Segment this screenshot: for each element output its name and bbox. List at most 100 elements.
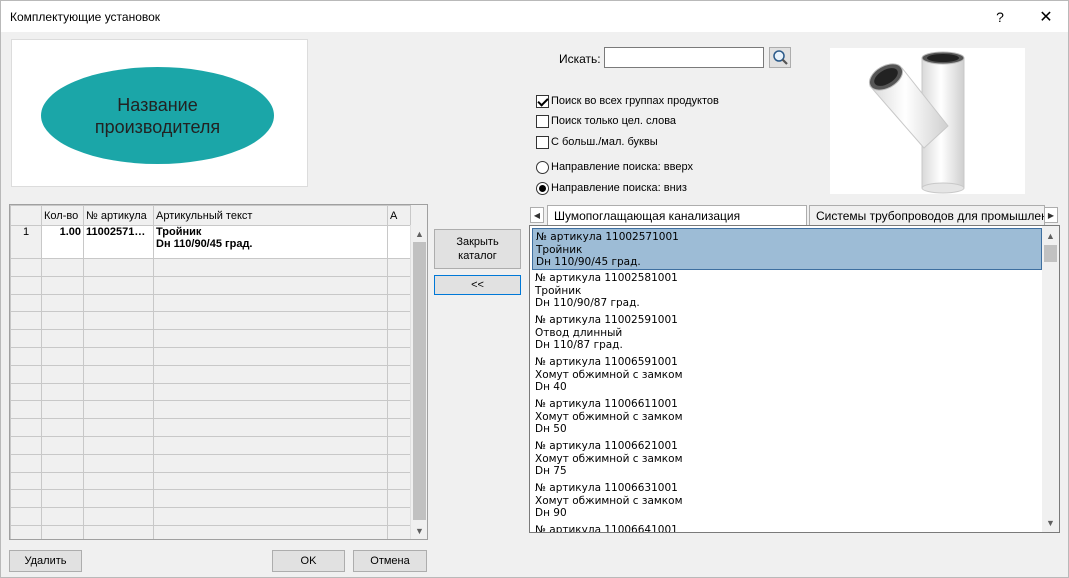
table-row[interactable] bbox=[10, 489, 411, 509]
table-row[interactable] bbox=[10, 275, 411, 295]
table-row[interactable] bbox=[10, 329, 411, 348]
logo-text: Название производителя bbox=[94, 94, 221, 137]
header-qty[interactable]: Кол-во bbox=[41, 205, 84, 226]
item-name: Тройник bbox=[535, 284, 582, 297]
search-button[interactable] bbox=[769, 47, 791, 68]
table-row[interactable] bbox=[10, 524, 411, 539]
table-row[interactable] bbox=[10, 346, 411, 366]
header-article[interactable]: № артикула bbox=[83, 205, 154, 226]
list-item[interactable]: № артикула 11006611001 Хомут обжимной с … bbox=[532, 396, 1042, 438]
tab-scroll-left-icon[interactable]: ◀ bbox=[530, 207, 544, 223]
dialog-window: Комплектующие установок ? ✕ Название про… bbox=[0, 0, 1069, 578]
list-item[interactable]: № артикула 11002581001 Тройник Dн 110/90… bbox=[532, 270, 1042, 312]
article-text-cell[interactable]: Тройник Dн 110/90/45 град. bbox=[153, 225, 388, 259]
list-scroll-thumb[interactable] bbox=[1044, 245, 1057, 262]
search-input[interactable] bbox=[604, 47, 764, 68]
list-item[interactable]: № артикула 11006591001 Хомут обжимной с … bbox=[532, 354, 1042, 396]
catalog-tabs: ◀ Шумопоглащающая канализация Системы тр… bbox=[528, 205, 1059, 226]
list-scrollbar[interactable]: ▲ ▼ bbox=[1042, 226, 1059, 532]
tab-industrial-pipelines[interactable]: Системы трубопроводов для промышленн bbox=[809, 205, 1045, 226]
table-row[interactable] bbox=[10, 471, 411, 491]
row-number: 1 bbox=[10, 225, 42, 259]
delete-button[interactable]: Удалить bbox=[9, 550, 82, 572]
header-a[interactable]: A bbox=[387, 205, 411, 226]
scroll-up-icon[interactable]: ▲ bbox=[1042, 227, 1059, 244]
tab-noise-absorbing-sewerage[interactable]: Шумопоглащающая канализация bbox=[547, 205, 807, 226]
direction-up-label: Направление поиска: вверх bbox=[551, 161, 693, 173]
a-cell[interactable] bbox=[387, 225, 411, 259]
product-list[interactable]: № артикула 11002571001 Тройник Dн 110/90… bbox=[529, 225, 1060, 533]
whole-words-label: Поиск только цел. слова bbox=[551, 115, 677, 127]
checkbox-icon[interactable] bbox=[536, 135, 549, 149]
item-size: Dн 110/87 град. bbox=[535, 339, 623, 352]
window-title: Комплектующие установок bbox=[10, 10, 161, 24]
search-all-groups-label: Поиск во всех группах продуктов bbox=[551, 95, 719, 107]
item-name: Хомут обжимной с замком bbox=[535, 494, 683, 507]
ok-button[interactable]: OK bbox=[272, 550, 345, 572]
components-grid[interactable]: Кол-во № артикула Артикульный текст A 1 … bbox=[9, 204, 428, 540]
grid-scroll-thumb[interactable] bbox=[413, 242, 426, 520]
item-size: Dн 50 bbox=[535, 423, 567, 436]
item-name: Хомут обжимной с замком bbox=[535, 452, 683, 465]
header-article-text[interactable]: Артикульный текст bbox=[153, 205, 388, 226]
match-case-checkbox[interactable]: С больш./мал. буквы bbox=[536, 134, 658, 150]
item-name: Тройник bbox=[536, 243, 583, 256]
item-article: № артикула 11006621001 bbox=[535, 440, 678, 452]
table-row[interactable]: 1 1.00 11002571001 Тройник Dн 110/90/45 … bbox=[10, 225, 411, 259]
grid-scrollbar[interactable]: ▲ ▼ bbox=[410, 225, 427, 539]
close-button[interactable]: ✕ bbox=[1023, 1, 1068, 32]
back-button[interactable]: << bbox=[434, 275, 521, 295]
table-row[interactable] bbox=[10, 311, 411, 331]
tab-scroll-right-icon[interactable]: ▶ bbox=[1044, 207, 1058, 223]
direction-up-radio[interactable]: Направление поиска: вверх bbox=[536, 159, 693, 175]
table-row[interactable] bbox=[10, 382, 411, 402]
table-row[interactable] bbox=[10, 435, 411, 455]
table-row[interactable] bbox=[10, 453, 411, 473]
close-catalog-button[interactable]: Закрыть каталог bbox=[434, 229, 521, 269]
item-article: № артикула 11002591001 bbox=[535, 314, 678, 326]
table-row[interactable] bbox=[10, 400, 411, 420]
item-size: Dн 75 bbox=[535, 465, 567, 478]
list-item[interactable]: № артикула 11002591001 Отвод длинный Dн … bbox=[532, 312, 1042, 354]
table-row[interactable] bbox=[10, 258, 411, 277]
manufacturer-logo-panel: Название производителя bbox=[11, 39, 308, 187]
help-button[interactable]: ? bbox=[977, 1, 1023, 32]
item-size: Dн 110/90/45 град. bbox=[536, 256, 641, 269]
radio-selected-icon[interactable] bbox=[536, 181, 549, 195]
item-size: Dн 90 bbox=[535, 507, 567, 520]
scroll-up-icon[interactable]: ▲ bbox=[411, 225, 427, 242]
qty-cell[interactable]: 1.00 bbox=[41, 225, 84, 259]
article-text-line1: Тройник bbox=[156, 226, 202, 239]
list-item[interactable]: № артикула 11002571001 Тройник Dн 110/90… bbox=[532, 228, 1042, 270]
item-article: № артикула 11006591001 bbox=[535, 356, 678, 368]
title-bar: Комплектующие установок ? ✕ bbox=[1, 1, 1068, 32]
scroll-down-icon[interactable]: ▼ bbox=[411, 522, 427, 539]
item-article: № артикула 11006631001 bbox=[535, 482, 678, 494]
list-item[interactable]: № артикула 11006631001 Хомут обжимной с … bbox=[532, 480, 1042, 522]
checkbox-icon[interactable] bbox=[536, 114, 549, 128]
direction-down-radio[interactable]: Направление поиска: вниз bbox=[536, 180, 687, 196]
item-article: № артикула 11002571001 bbox=[536, 231, 679, 243]
checkbox-checked-icon[interactable] bbox=[536, 94, 549, 108]
close-catalog-label: Закрыть каталог bbox=[456, 236, 499, 262]
header-rownum bbox=[10, 205, 42, 226]
scroll-down-icon[interactable]: ▼ bbox=[1042, 514, 1059, 531]
search-all-groups-checkbox[interactable]: Поиск во всех группах продуктов bbox=[536, 93, 719, 109]
item-size: Dн 110/90/87 град. bbox=[535, 297, 640, 310]
direction-down-label: Направление поиска: вниз bbox=[551, 182, 687, 194]
search-label: Искать: bbox=[559, 52, 601, 66]
article-cell[interactable]: 11002571001 bbox=[83, 225, 154, 259]
whole-words-checkbox[interactable]: Поиск только цел. слова bbox=[536, 113, 676, 129]
table-row[interactable] bbox=[10, 293, 411, 313]
radio-icon[interactable] bbox=[536, 160, 549, 174]
table-row[interactable] bbox=[10, 418, 411, 437]
table-row[interactable] bbox=[10, 507, 411, 526]
table-row[interactable] bbox=[10, 364, 411, 384]
list-item[interactable]: № артикула 11006621001 Хомут обжимной с … bbox=[532, 438, 1042, 480]
list-item[interactable]: № артикула 11006641001 bbox=[532, 522, 1042, 532]
magnifier-icon bbox=[773, 50, 788, 65]
cancel-button[interactable]: Отмена bbox=[353, 550, 427, 572]
grid-header: Кол-во № артикула Артикульный текст A bbox=[10, 205, 411, 226]
manufacturer-logo: Название производителя bbox=[41, 67, 274, 164]
article-text-line2: Dн 110/90/45 град. bbox=[156, 238, 253, 250]
